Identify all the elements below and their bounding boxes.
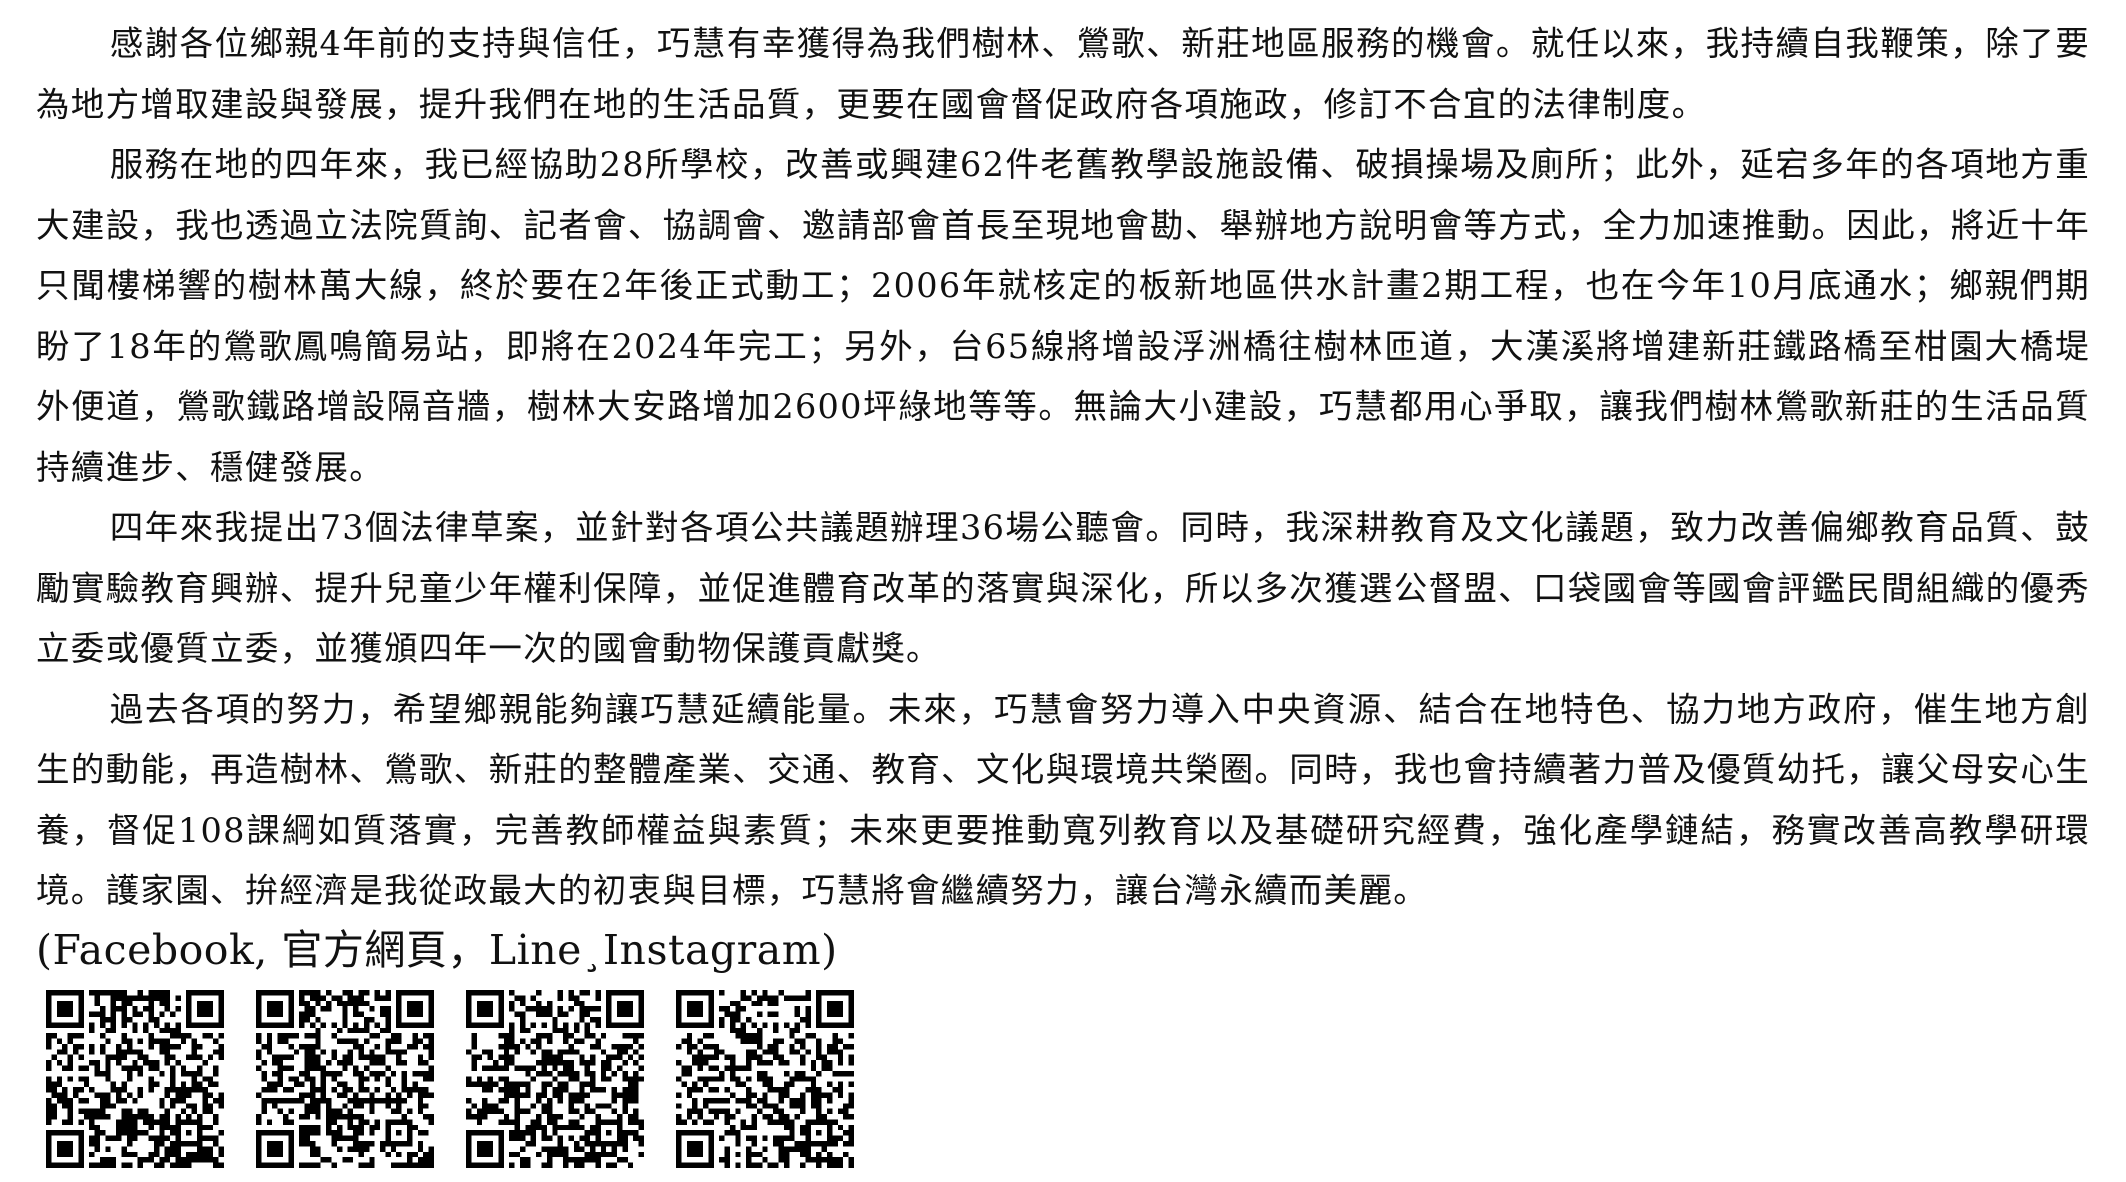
facebook-qr-icon[interactable] bbox=[46, 990, 224, 1168]
social-links-caption: (Facebook, 官方網頁，Line¸Instagram) bbox=[36, 925, 838, 974]
official-site-qr-icon[interactable] bbox=[256, 990, 434, 1168]
instagram-qr-icon[interactable] bbox=[676, 990, 854, 1168]
qr-code-row bbox=[46, 990, 854, 1170]
paragraph-legislation: 四年來我提出73個法律草案，並針對各項公共議題辦理36場公聽會。同時，我深耕教育… bbox=[36, 508, 2090, 668]
paragraph-local-service: 服務在地的四年來，我已經協助28所學校，改善或興建62件老舊教學設施設備、破損操… bbox=[36, 145, 2090, 487]
line-qr-icon[interactable] bbox=[466, 990, 644, 1168]
document-body: 感謝各位鄉親4年前的支持與信任，巧慧有幸獲得為我們樹林、鶯歌、新莊地區服務的機會… bbox=[36, 14, 2090, 978]
paragraph-thanks: 感謝各位鄉親4年前的支持與信任，巧慧有幸獲得為我們樹林、鶯歌、新莊地區服務的機會… bbox=[36, 24, 2090, 124]
paragraph-future: 過去各項的努力，希望鄉親能夠讓巧慧延續能量。未來，巧慧會努力導入中央資源、結合在… bbox=[36, 689, 2090, 911]
